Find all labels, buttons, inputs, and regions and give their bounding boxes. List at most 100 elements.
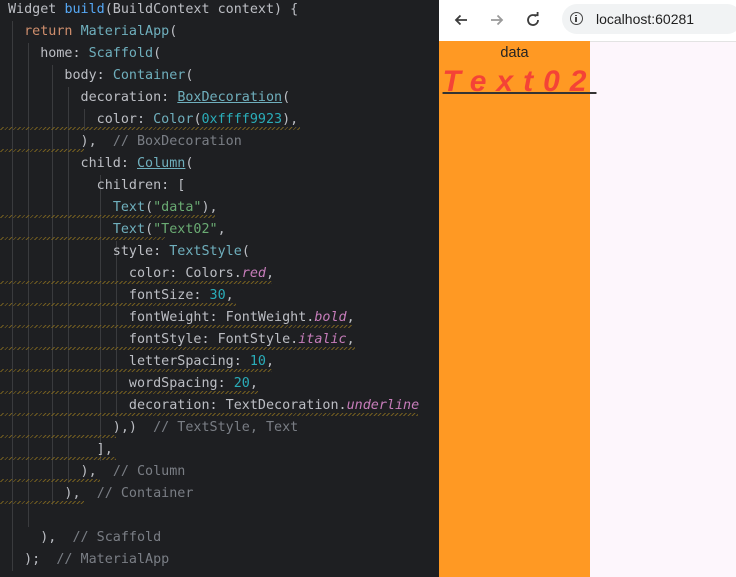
code-token: ,	[346, 310, 355, 325]
code-line[interactable]: home: Scaffold(	[8, 43, 161, 65]
code-token: ),	[8, 486, 97, 501]
code-token: // BoxDecoration	[112, 134, 242, 149]
code-line[interactable]: ],	[8, 439, 113, 461]
code-line[interactable]: ), // BoxDecoration	[8, 131, 242, 153]
text-text02: Text02	[442, 65, 597, 98]
code-token: child:	[8, 156, 137, 171]
code-token: ,	[249, 376, 258, 391]
forward-arrow-icon	[491, 14, 504, 26]
code-line[interactable]: Text("data"),	[8, 197, 218, 219]
code-line[interactable]: Text("Text02",	[8, 219, 226, 241]
code-token: (	[153, 46, 162, 61]
code-line[interactable]: decoration: BoxDecoration(	[8, 87, 291, 109]
code-token: 10	[249, 354, 266, 369]
code-token: (	[282, 90, 291, 105]
code-token: color:	[8, 112, 154, 127]
code-line[interactable]: color: Colors.red,	[8, 263, 274, 285]
code-line[interactable]: ), // Column	[8, 461, 186, 483]
code-token: (	[241, 244, 250, 259]
url-text: localhost:60281	[596, 11, 695, 27]
code-token: (	[193, 112, 202, 127]
code-line[interactable]: ); // MaterialApp	[8, 549, 169, 571]
code-token: (	[185, 68, 194, 83]
code-token: BoxDecoration	[177, 90, 283, 105]
code-token: // Scaffold	[72, 530, 162, 545]
code-line[interactable]: Widget build(BuildContext context) {	[8, 0, 298, 21]
code-token: color: Colors.	[8, 266, 242, 281]
code-token: red	[241, 266, 266, 281]
code-token: underline	[346, 398, 420, 413]
code-line[interactable]: return MaterialApp(	[8, 21, 177, 43]
code-token: Text	[112, 222, 146, 237]
code-line[interactable]: body: Container(	[8, 65, 193, 87]
code-token: Color	[153, 112, 194, 127]
code-line[interactable]: wordSpacing: 20,	[8, 373, 258, 395]
code-line[interactable]: child: Column(	[8, 153, 194, 175]
code-token: letterSpacing:	[8, 354, 250, 369]
code-token: italic	[298, 332, 347, 347]
code-token: Column	[137, 156, 186, 171]
code-line[interactable]: fontSize: 30,	[8, 285, 234, 307]
code-token: // Column	[112, 464, 186, 479]
column: data Text02	[439, 41, 590, 99]
code-token: 0xffff9923	[201, 112, 283, 127]
code-token: return	[8, 24, 81, 39]
code-token: ),)	[8, 420, 154, 435]
code-line[interactable]: fontStyle: FontStyle.italic,	[8, 329, 355, 351]
reload-button[interactable]	[521, 8, 545, 32]
code-token: Container	[112, 68, 186, 83]
code-token: MaterialApp	[80, 24, 170, 39]
code-token: decoration:	[8, 90, 178, 105]
code-token: Text	[112, 200, 146, 215]
browser-toolbar: localhost:60281	[439, 0, 736, 42]
code-token: );	[8, 552, 57, 567]
reload-icon	[527, 12, 539, 26]
code-line[interactable]: style: TextStyle(	[8, 241, 250, 263]
code-line[interactable]: fontWeight: FontWeight.bold,	[8, 307, 355, 329]
code-editor[interactable]: Widget build(BuildContext context) { ret…	[0, 0, 439, 577]
code-token: "data"	[153, 200, 202, 215]
code-token: ),	[201, 200, 218, 215]
browser-window: localhost:60281 data Text02	[439, 0, 736, 577]
code-token: build	[64, 2, 105, 17]
code-token: (BuildContext context) {	[104, 2, 299, 17]
code-line[interactable]: ),) // TextStyle, Text	[8, 417, 298, 439]
code-token: ),	[282, 112, 299, 127]
code-token: fontSize:	[8, 288, 210, 303]
code-token: // TextStyle, Text	[153, 420, 299, 435]
code-token: ,	[265, 354, 275, 369]
code-token: (	[169, 24, 178, 39]
back-arrow-icon	[454, 14, 467, 26]
code-token: // MaterialApp	[56, 552, 170, 567]
code-token: children: [	[8, 178, 186, 193]
code-token: Scaffold	[88, 46, 154, 61]
code-token: body:	[8, 68, 113, 83]
code-token: ,	[265, 266, 275, 281]
code-line[interactable]: decoration: TextDecoration.underline	[8, 395, 419, 417]
code-token: ),	[8, 464, 113, 479]
info-icon[interactable]	[570, 12, 583, 25]
code-token: ),	[8, 530, 73, 545]
code-token: ),	[8, 134, 113, 149]
back-button[interactable]	[449, 8, 473, 32]
code-token: (	[145, 222, 154, 237]
code-line[interactable]: children: [	[8, 175, 186, 197]
code-token: style:	[8, 244, 170, 259]
code-token: bold	[314, 310, 347, 325]
code-token: Widget	[8, 2, 65, 17]
code-token: fontStyle: FontStyle.	[8, 332, 299, 347]
code-line[interactable]: ), // Container	[8, 483, 193, 505]
code-token: ],	[8, 442, 113, 457]
code-token: (	[185, 156, 194, 171]
address-bar[interactable]: localhost:60281	[562, 4, 736, 34]
code-line[interactable]: ), // Scaffold	[8, 527, 161, 549]
forward-button[interactable]	[485, 8, 509, 32]
orange-container: data Text02	[439, 41, 590, 577]
code-line[interactable]: color: Color(0xffff9923),	[8, 109, 299, 131]
code-line[interactable]: letterSpacing: 10,	[8, 351, 274, 373]
code-token: decoration: TextDecoration.	[8, 398, 347, 413]
code-token: ,	[217, 222, 226, 237]
code-token: "Text02"	[153, 222, 218, 237]
